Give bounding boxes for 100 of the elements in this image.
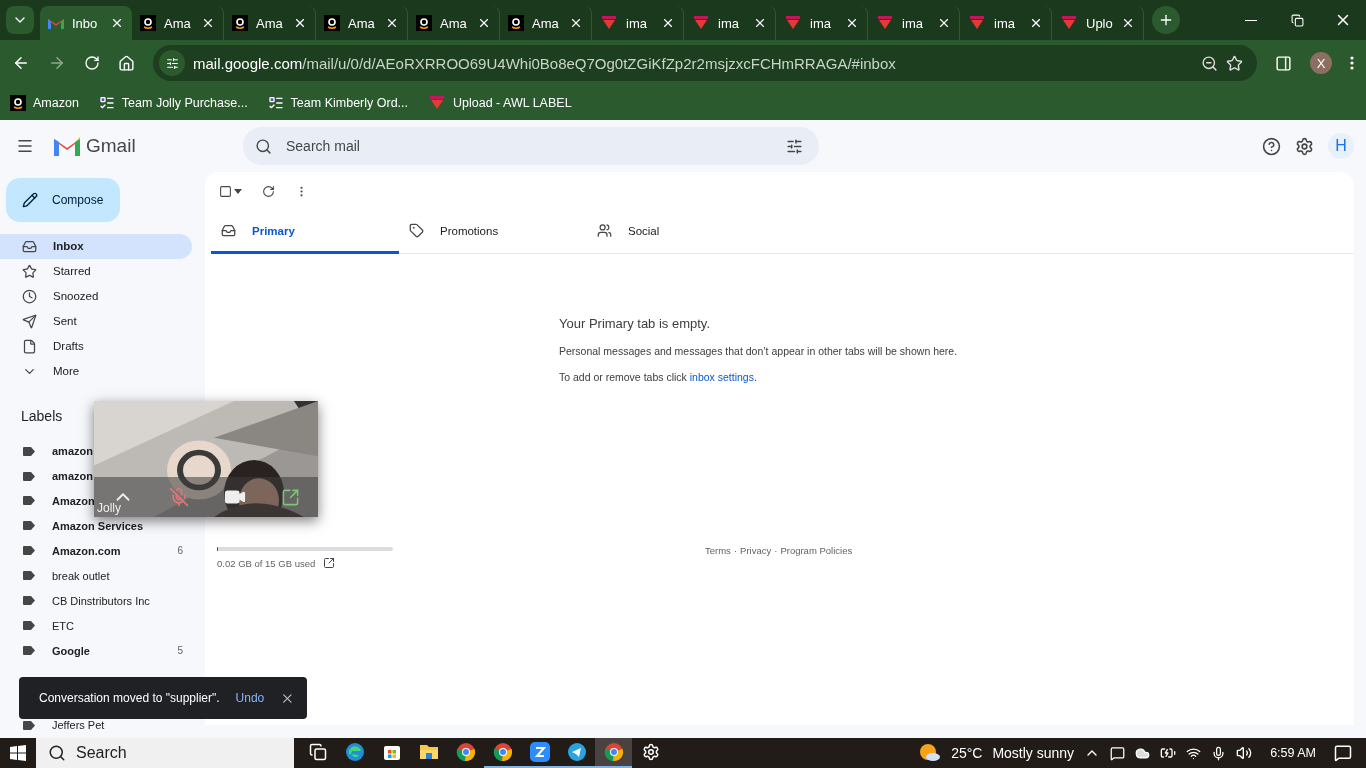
plus-icon (1158, 12, 1174, 28)
nav-item[interactable]: Starred (0, 258, 192, 284)
chrome-icon (455, 742, 476, 762)
amazon-icon (10, 94, 26, 111)
tag-icon (409, 223, 424, 238)
label-link[interactable]: CB Dinstributors Inc (52, 594, 150, 607)
gmail-wordmark: Gmail (86, 135, 136, 157)
settings-icon[interactable] (1295, 136, 1314, 156)
close-icon[interactable] (661, 16, 675, 30)
home-button[interactable] (118, 54, 135, 72)
zoom-out-icon[interactable] (1201, 54, 1218, 72)
footer-link[interactable]: Privacy (740, 545, 772, 569)
nav-item[interactable]: Snoozed (0, 283, 192, 309)
share-icon[interactable] (281, 487, 301, 507)
separator: · (774, 545, 778, 558)
search-options-icon[interactable] (786, 137, 803, 155)
chrome-icon (492, 742, 513, 762)
volume-icon[interactable] (1236, 745, 1253, 761)
bookmark[interactable]: Amazon (10, 94, 79, 111)
external-link-icon[interactable] (323, 557, 336, 569)
side-panel-button[interactable] (1275, 54, 1292, 72)
cloud-icon[interactable] (1135, 745, 1151, 761)
label-link[interactable]: ETC (52, 619, 74, 632)
select-checkbox[interactable] (219, 184, 232, 198)
inbox-icon (22, 239, 37, 254)
bookmark[interactable]: Team Kimberly Ord... (267, 94, 408, 111)
empty-message: Personal messages and messages that don’t appear in other tabs will be shown here. (559, 345, 959, 357)
label-link[interactable]: Amazon Services (52, 519, 144, 532)
menu-icon (16, 137, 34, 155)
label-icon (23, 521, 35, 531)
inbox-settings-link[interactable]: inbox settings (689, 371, 754, 383)
folder-icon (418, 743, 439, 761)
search-field[interactable]: Search mail (284, 137, 774, 155)
label-link[interactable]: Jeffers Pet (52, 719, 105, 732)
close-icon[interactable] (1121, 16, 1135, 30)
label-link[interactable]: Amazon (52, 495, 95, 507)
wifi-icon[interactable] (1186, 745, 1202, 761)
new-tab-button[interactable] (1152, 6, 1180, 34)
undo-button[interactable]: Undo (235, 691, 265, 705)
amazon-icon (324, 15, 340, 31)
help-icon[interactable] (1262, 136, 1281, 156)
close-icon[interactable] (753, 16, 767, 30)
people-icon (597, 223, 612, 238)
clock-icon (22, 288, 37, 304)
footer-link[interactable]: Terms (705, 545, 731, 569)
reload-icon (84, 55, 100, 71)
inbox-icon (221, 223, 236, 238)
participant-name: Jolly (97, 501, 121, 515)
refresh-icon[interactable] (262, 184, 275, 198)
taskbar-search-field[interactable]: Search (36, 738, 294, 768)
compose-button[interactable]: Compose (6, 178, 120, 222)
notifications-icon[interactable] (1334, 744, 1352, 762)
category-tab[interactable]: Primary (211, 210, 399, 254)
bookmark[interactable]: Team Jolly Purchase... (98, 94, 248, 111)
site-info-button[interactable] (159, 50, 185, 76)
nav-item[interactable]: Inbox (0, 234, 192, 259)
close-icon[interactable] (569, 16, 583, 30)
nav-item[interactable]: Sent (0, 308, 192, 334)
bookmark[interactable]: Upload - AWL LABEL (428, 95, 572, 110)
gmail-logo-icon (54, 136, 80, 156)
nav-item[interactable]: More (0, 358, 192, 384)
amazon-icon (232, 15, 248, 31)
unread-count: 6 (177, 545, 183, 557)
bookmark-star-icon[interactable] (1226, 54, 1243, 72)
close-icon[interactable] (477, 16, 491, 30)
category-tab[interactable]: Promotions (399, 210, 587, 254)
reload-button[interactable] (84, 55, 100, 71)
account-avatar[interactable]: H (1328, 133, 1354, 159)
close-icon[interactable] (201, 16, 215, 30)
send-icon (22, 313, 37, 329)
profile-avatar[interactable]: X (1310, 52, 1332, 74)
browser-menu-button[interactable] (1350, 56, 1354, 70)
close-icon[interactable] (1029, 16, 1043, 30)
storage-usage: 0.02 GB of 15 GB used (217, 557, 316, 569)
back-button[interactable] (12, 54, 30, 72)
close-icon[interactable] (293, 16, 307, 30)
search-box[interactable]: Search mail (243, 127, 819, 165)
sliders-icon (165, 56, 179, 70)
main-menu-button[interactable] (16, 137, 34, 155)
forward-button[interactable] (48, 54, 66, 72)
footer-link[interactable]: Program Policies (780, 545, 853, 569)
label-link[interactable]: amazon (52, 445, 93, 458)
close-icon[interactable] (385, 16, 399, 30)
label-icon (23, 496, 35, 506)
label-link[interactable]: Google (52, 644, 90, 657)
caret-icon[interactable] (234, 188, 242, 194)
browser-tab[interactable]: Inbo (40, 6, 132, 40)
label-link[interactable]: break outlet (52, 569, 110, 582)
search-icon (255, 137, 272, 155)
address-bar[interactable]: mail.google.com/mail/u/0/d/AEoRXRROO69U4Whi0Bo8eQ7Og0tZGiKfZp2r2msjzxcFCHmRRAGA/#inbox (153, 45, 1257, 81)
tab-search-button[interactable] (6, 6, 34, 34)
close-icon[interactable] (845, 16, 859, 30)
close-icon[interactable] (110, 16, 124, 30)
category-tab[interactable]: Social (587, 210, 775, 254)
label-link[interactable]: amazon (52, 470, 93, 483)
label-link[interactable]: Amazon.com (52, 544, 121, 557)
battery-icon[interactable] (1160, 745, 1177, 761)
nav-item[interactable]: Drafts (0, 333, 192, 359)
microphone-icon[interactable] (1211, 745, 1227, 761)
close-icon[interactable] (937, 16, 951, 30)
